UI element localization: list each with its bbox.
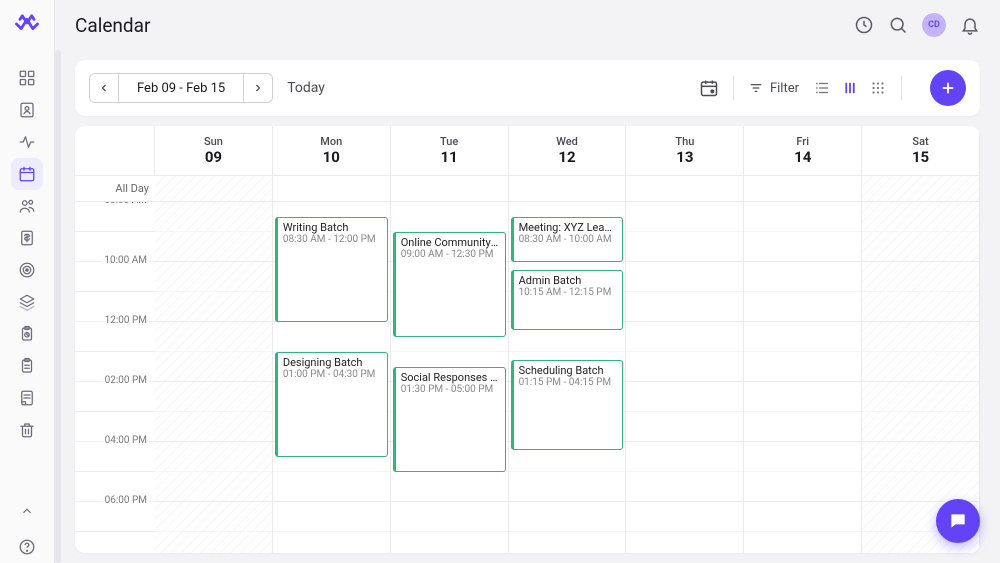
page-title: Calendar <box>75 14 150 37</box>
avatar[interactable]: CD <box>922 13 946 37</box>
prev-button[interactable] <box>90 74 118 102</box>
day-column[interactable]: Online Community Batch09:00 AM - 12:30 P… <box>391 202 509 553</box>
help-icon[interactable] <box>11 531 43 563</box>
day-number: 10 <box>323 148 340 166</box>
day-of-week: Sun <box>204 135 223 148</box>
activity-icon[interactable] <box>11 126 43 158</box>
day-header[interactable]: Sat15 <box>862 126 980 175</box>
search-icon[interactable] <box>888 15 908 35</box>
clipboard-clock-icon[interactable] <box>11 318 43 350</box>
list-view-icon[interactable] <box>813 79 831 97</box>
event-title: Designing Batch <box>283 356 382 369</box>
contact-icon[interactable] <box>11 94 43 126</box>
next-button[interactable] <box>244 74 272 102</box>
day-number: 15 <box>912 148 929 166</box>
day-column[interactable] <box>744 202 862 553</box>
day-column[interactable]: Writing Batch08:30 AM - 12:00 PM Designin… <box>273 202 391 553</box>
calendar-event[interactable]: Writing Batch08:30 AM - 12:00 PM <box>275 217 388 322</box>
day-of-week: Wed <box>556 135 578 148</box>
day-header[interactable]: Fri14 <box>744 126 862 175</box>
event-time: 10:15 AM - 12:15 PM <box>519 287 618 298</box>
date-picker-icon[interactable] <box>699 78 719 98</box>
trash-icon[interactable] <box>11 414 43 446</box>
time-label: 04:00 PM <box>103 435 149 446</box>
date-range[interactable]: Feb 09 - Feb 15 <box>118 74 244 102</box>
calendar-event[interactable]: Designing Batch01:00 PM - 04:30 PM <box>275 352 388 457</box>
add-button[interactable] <box>930 70 966 106</box>
note-icon[interactable] <box>11 382 43 414</box>
calendar-event[interactable]: Admin Batch10:15 AM - 12:15 PM <box>511 270 624 330</box>
day-column[interactable] <box>626 202 744 553</box>
day-of-week: Thu <box>675 135 694 148</box>
dashboard-icon[interactable] <box>11 62 43 94</box>
filter-label: Filter <box>770 81 799 96</box>
day-number: 14 <box>794 148 811 166</box>
sidebar <box>0 0 55 563</box>
calendar-event[interactable]: Social Responses Batch01:30 PM - 05:00 P… <box>393 367 506 472</box>
day-of-week: Mon <box>320 135 342 148</box>
day-header[interactable]: Thu13 <box>626 126 744 175</box>
app-logo[interactable] <box>13 10 41 38</box>
day-of-week: Tue <box>440 135 458 148</box>
time-label: 06:00 PM <box>103 495 149 506</box>
day-of-week: Fri <box>796 135 809 148</box>
day-column[interactable]: Meeting: XYZ Leadership08:30 AM - 10:00 … <box>509 202 627 553</box>
calendar-event[interactable]: Meeting: XYZ Leadership08:30 AM - 10:00 … <box>511 217 624 262</box>
allday-label: All Day <box>75 176 155 201</box>
calendar-event[interactable]: Online Community Batch09:00 AM - 12:30 P… <box>393 232 506 337</box>
header: Calendar CD <box>55 0 1000 50</box>
time-label: 02:00 PM <box>103 375 149 386</box>
time-label: 12:00 PM <box>103 315 149 326</box>
week-view-icon[interactable] <box>841 79 859 97</box>
event-title: Admin Batch <box>519 274 618 287</box>
recent-icon[interactable] <box>854 15 874 35</box>
target-icon[interactable] <box>11 254 43 286</box>
event-time: 08:30 AM - 10:00 AM <box>519 234 618 245</box>
calendar-icon[interactable] <box>11 158 43 190</box>
grid-view-icon[interactable] <box>869 79 887 97</box>
event-title: Social Responses Batch <box>401 371 500 384</box>
time-label: 10:00 AM <box>102 255 149 266</box>
event-time: 01:30 PM - 05:00 PM <box>401 384 500 395</box>
day-header[interactable]: Tue11 <box>391 126 509 175</box>
chat-fab[interactable] <box>936 499 980 543</box>
clipboard-icon[interactable] <box>11 350 43 382</box>
day-header[interactable]: Mon10 <box>273 126 391 175</box>
filter-button[interactable]: Filter <box>748 80 799 96</box>
time-label: 08:00 AM <box>102 202 149 206</box>
event-time: 08:30 AM - 12:00 PM <box>283 234 382 245</box>
day-header[interactable]: Sun09 <box>155 126 273 175</box>
day-number: 12 <box>558 148 575 166</box>
event-title: Writing Batch <box>283 221 382 234</box>
calendar-event[interactable]: Scheduling Batch01:15 PM - 04:15 PM <box>511 360 624 450</box>
calendar: Sun09Mon10Tue11Wed12Thu13Fri14Sat15 All … <box>75 126 980 553</box>
event-time: 01:15 PM - 04:15 PM <box>519 377 618 388</box>
event-title: Online Community Batch <box>401 236 500 249</box>
event-title: Meeting: XYZ Leadership <box>519 221 618 234</box>
toolbar: Feb 09 - Feb 15 Today Filter <box>75 60 980 116</box>
event-title: Scheduling Batch <box>519 364 618 377</box>
day-number: 11 <box>441 148 458 166</box>
today-button[interactable]: Today <box>287 80 325 96</box>
people-icon[interactable] <box>11 190 43 222</box>
day-number: 09 <box>205 148 222 166</box>
day-column[interactable] <box>155 202 273 553</box>
bell-icon[interactable] <box>960 15 980 35</box>
day-of-week: Sat <box>912 135 928 148</box>
day-number: 13 <box>676 148 693 166</box>
event-time: 01:00 PM - 04:30 PM <box>283 369 382 380</box>
layers-icon[interactable] <box>11 286 43 318</box>
event-time: 09:00 AM - 12:30 PM <box>401 249 500 260</box>
scrollbar[interactable] <box>55 50 61 563</box>
collapse-icon[interactable] <box>11 495 43 527</box>
day-header[interactable]: Wed12 <box>509 126 627 175</box>
invoice-icon[interactable] <box>11 222 43 254</box>
